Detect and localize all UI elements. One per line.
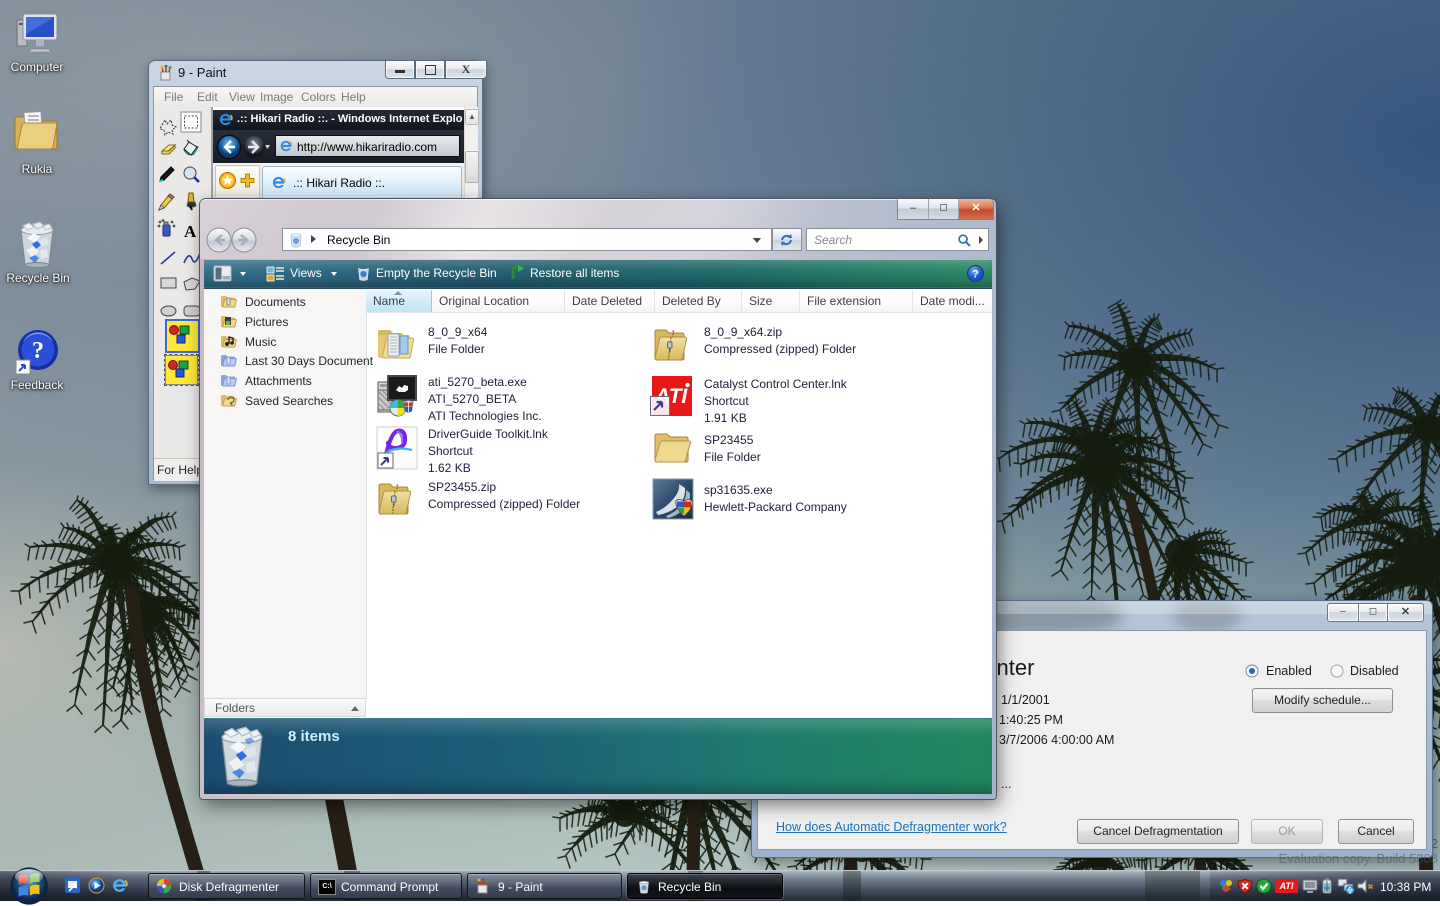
svg-text:?: ? <box>32 338 44 364</box>
svg-text:A: A <box>184 222 197 241</box>
svg-text:?: ? <box>972 269 979 281</box>
